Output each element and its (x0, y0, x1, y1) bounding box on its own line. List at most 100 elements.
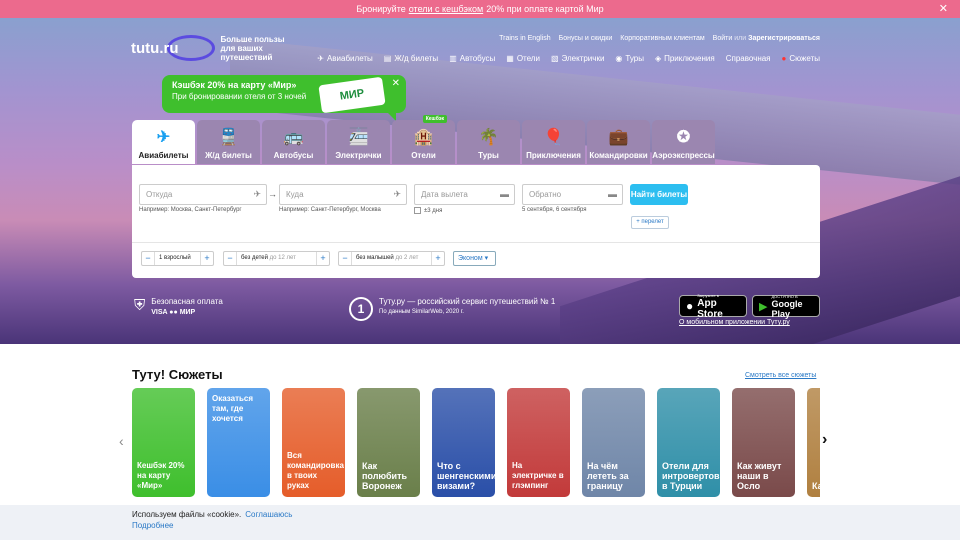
nav-item-rail[interactable]: ▤ Ж/д билеты (384, 54, 438, 63)
all-stories-link[interactable]: Смотреть все сюжеты (745, 372, 816, 379)
story-card[interactable]: Кешбэк 20% на карту «Мир» (132, 388, 195, 497)
minus-icon[interactable]: − (224, 252, 236, 265)
children-stepper[interactable]: − без детей до 12 лет + (223, 251, 330, 266)
return-field[interactable]: Обратно ▬ (522, 184, 623, 205)
top-links: Trains in English Бонусы и скидки Корпор… (499, 35, 820, 42)
app-store-button[interactable]: ● Загрузите в App Store (679, 293, 747, 320)
nav-item-adventures[interactable]: ◈ Приключения (655, 54, 715, 63)
nav-item-elektrichki[interactable]: ▧ Электрички (551, 54, 604, 63)
nav-item-hotels[interactable]: ▦ Отели (506, 54, 540, 63)
plane-takeoff-icon: ✈ (253, 189, 261, 199)
find-tickets-button[interactable]: Найти билеты (630, 184, 688, 205)
apple-icon: ● (686, 299, 694, 313)
plus-icon[interactable]: + (432, 252, 444, 265)
star-icon: ✪ (676, 129, 691, 146)
palm-icon: ◉ (615, 54, 623, 63)
close-icon[interactable]: ✕ (939, 2, 948, 15)
swap-arrow-icon[interactable]: → (268, 189, 277, 199)
story-card[interactable]: Как живут наши в Осло (732, 388, 795, 497)
secure-payment: ⛨ Безопасная оплата VISA ●● МИР (134, 297, 223, 316)
tab-label: Автобусы (273, 151, 314, 160)
tab-bus[interactable]: 🚌 Автобусы (262, 120, 325, 164)
tab-hotels[interactable]: Кешбэк 🏨 Отели (392, 115, 455, 164)
mobile-app-link[interactable]: О мобильном приложении Туту.ру (679, 319, 790, 326)
add-flight-button[interactable]: + перелет (631, 216, 669, 229)
promo-topbar: Бронируйте отели с кешбэком 20% при опла… (0, 0, 960, 18)
logo[interactable]: tutu.ru Больше пользы для ваших путешест… (131, 35, 290, 62)
chevron-left-icon[interactable]: ‹ (119, 433, 124, 449)
to-placeholder: Куда (286, 190, 304, 199)
nav-item-avia[interactable]: ✈ Авиабилеты (317, 54, 373, 63)
date-field[interactable]: Дата вылета ▬ (414, 184, 515, 205)
tab-tours[interactable]: 🌴 Туры (457, 120, 520, 164)
story-card[interactable]: На чём лететь за границу (582, 388, 645, 497)
flex-dates[interactable]: ±3 дня (414, 207, 442, 214)
story-card[interactable]: Вся командировка в твоих руках (282, 388, 345, 497)
cashback-promo[interactable]: Кэшбэк 20% на карту «Мир» При бронирован… (162, 75, 406, 121)
tab-adventures[interactable]: 🎈 Приключения (522, 120, 585, 164)
plane-icon: ✈ (156, 129, 171, 146)
from-hint: Например: Москва, Санкт-Петербург (139, 207, 242, 213)
nav-item-bus[interactable]: ▥ Автобусы (449, 54, 495, 63)
register-link[interactable]: Зарегистрироваться (748, 35, 820, 42)
cookie-text: Используем файлы «cookie». (132, 510, 242, 519)
from-field[interactable]: Откуда ✈ (139, 184, 267, 205)
adults-stepper[interactable]: −1 взрослый + (141, 251, 214, 266)
bonus-link[interactable]: Бонусы и скидки (559, 35, 613, 42)
story-card[interactable]: На электричке в глэмпинг (507, 388, 570, 497)
logo-text: tutu.ru (131, 40, 179, 57)
story-card[interactable]: Оказаться там, где хочется (207, 388, 270, 497)
story-card[interactable]: Как полюбить Воронеж (357, 388, 420, 497)
tab-aeroexpress[interactable]: ✪ Аэроэкспрессы (652, 120, 715, 164)
story-card[interactable]: Что с шенгенскими визами? (432, 388, 495, 497)
award-block: 1 Туту.ру — российский сервис путешестви… (349, 297, 555, 321)
cookie-more-link[interactable]: Подробнее (132, 521, 174, 530)
cashback-badge: Кешбэк (422, 115, 447, 123)
corp-link[interactable]: Корпоративным клиентам (620, 35, 704, 42)
return-hint: 5 сентября, 6 сентября (522, 207, 587, 213)
nav-item-tours[interactable]: ◉ Туры (615, 54, 644, 63)
tab-avia[interactable]: ✈ Авиабилеты (132, 120, 195, 164)
class-select[interactable]: Эконом ▾ (453, 251, 496, 266)
suburban-train-icon: 🚈 (348, 129, 369, 146)
google-play-button[interactable]: ▶ ДОСТУПНО В Google Play (752, 294, 820, 319)
tab-label: Ж/д билеты (205, 151, 252, 160)
cookie-agree-link[interactable]: Соглашаюсь (245, 510, 292, 519)
close-icon[interactable]: ✕ (392, 78, 400, 89)
story-card[interactable]: Как б... (807, 388, 820, 497)
minus-icon[interactable]: − (142, 252, 154, 265)
tab-elektrichki[interactable]: 🚈 Электрички (327, 120, 390, 164)
story-card[interactable]: Отели для интровертов в Турции (657, 388, 720, 497)
tab-label: Аэроэкспрессы (652, 151, 715, 160)
return-placeholder: Обратно (529, 190, 562, 199)
stories-title: Туту! Сюжеты (132, 367, 223, 382)
divider (132, 242, 820, 243)
trains-english-link[interactable]: Trains in English (499, 35, 551, 42)
payment-logos: VISA ●● МИР (151, 309, 196, 316)
plus-icon[interactable]: + (201, 252, 213, 265)
play-icon: ▶ (759, 300, 768, 313)
to-field[interactable]: Куда ✈ (279, 184, 407, 205)
nav-item-help[interactable]: Справочная (726, 54, 771, 63)
nav-item-stories[interactable]: ● Сюжеты (782, 54, 820, 63)
topbar-text-pre: Бронируйте (356, 4, 406, 14)
tab-rail[interactable]: 🚆 Ж/д билеты (197, 120, 260, 164)
hotel-icon: ▦ (506, 54, 514, 63)
train-icon: 🚆 (218, 129, 239, 146)
bus-icon: 🚌 (283, 129, 304, 146)
award-title: Туту.ру — российский сервис путешествий … (379, 297, 556, 306)
train-icon: ▤ (383, 54, 392, 63)
login-link[interactable]: Войти (713, 35, 733, 42)
minus-icon[interactable]: − (339, 252, 351, 265)
flex-checkbox[interactable] (414, 207, 421, 214)
cookie-banner: Используем файлы «cookie». Соглашаюсь Под… (0, 505, 960, 540)
tab-business-trips[interactable]: 💼 Командировки (587, 120, 650, 164)
chevron-right-icon[interactable]: › (822, 431, 827, 449)
or-text: или (734, 35, 747, 42)
infants-stepper[interactable]: − без малышей до 2 лет + (338, 251, 445, 266)
balloon-icon: 🎈 (543, 129, 564, 146)
plus-icon[interactable]: + (317, 252, 329, 265)
tab-label: Командировки (589, 151, 648, 160)
shield-icon: ⛨ (134, 297, 146, 314)
topbar-link[interactable]: отели с кешбэком (409, 4, 483, 14)
